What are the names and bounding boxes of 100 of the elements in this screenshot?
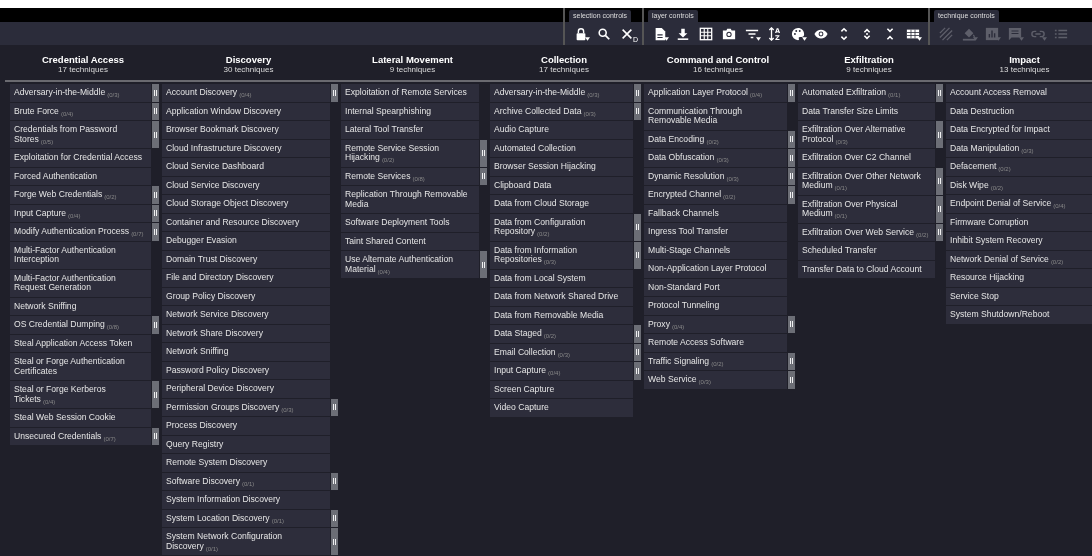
expand-handle[interactable] [634,241,641,269]
technique-cell[interactable]: Remote Service Session Hijacking $_{(0/2)}$ [341,139,479,167]
technique-cell[interactable]: Communication Through Removable Media [644,102,787,130]
expand-handle[interactable] [788,130,795,148]
expand-handle[interactable] [331,509,338,527]
technique-cell[interactable]: Firmware Corruption [946,213,1092,231]
technique-cell[interactable]: Container and Resource Discovery [162,213,330,231]
technique-cell[interactable]: System Network Configuration Discovery $_{(0/1)}$ [162,528,330,555]
technique-cell[interactable]: Data from Cloud Storage [490,195,633,213]
expand-handle[interactable] [788,352,795,370]
expand-handle[interactable] [152,186,159,204]
technique-cell[interactable]: Automated Collection [490,139,633,157]
technique-cell[interactable]: Network Service Discovery [162,306,330,324]
technique-cell[interactable]: Software Deployment Tools [341,214,479,232]
technique-cell[interactable]: Data Manipulation $_{(0/3)}$ [946,139,1092,157]
expand-handle[interactable] [480,139,487,167]
technique-cell[interactable]: Network Sniffing [10,297,151,315]
technique-cell[interactable]: Cloud Service Discovery [162,176,330,194]
technique-cell[interactable]: Transfer Data to Cloud Account [798,260,935,278]
technique-cell[interactable]: Traffic Signaling $_{(0/2)}$ [644,352,787,370]
technique-cell[interactable]: Browser Bookmark Discovery [162,121,330,139]
technique-cell[interactable]: Remote System Discovery [162,454,330,472]
technique-cell[interactable]: Multi-Stage Channels [644,241,787,259]
technique-cell[interactable]: Steal Application Access Token [10,334,151,352]
technique-cell[interactable]: Proxy $_{(0/4)}$ [644,315,787,333]
technique-cell[interactable]: Inhibit System Recovery [946,232,1092,250]
technique-cell[interactable]: Data Encoding $_{(0/2)}$ [644,130,787,148]
technique-cell[interactable]: Credentials from Password Stores $_{(0/5)}$ [10,121,151,148]
technique-cell[interactable]: Fallback Channels [644,204,787,222]
technique-cell[interactable]: Service Stop [946,287,1092,305]
technique-cell[interactable]: Encrypted Channel $_{(0/2)}$ [644,186,787,204]
technique-cell[interactable]: Protocol Tunneling [644,297,787,315]
expand-handle[interactable] [788,315,795,333]
technique-cell[interactable]: Network Share Discovery [162,324,330,342]
technique-cell[interactable]: Audio Capture [490,121,633,139]
technique-cell[interactable]: System Information Discovery [162,491,330,509]
technique-cell[interactable]: Replication Through Removable Media [341,186,479,213]
technique-cell[interactable]: Input Capture $_{(0/4)}$ [490,362,633,380]
technique-cell[interactable]: Exfiltration Over Web Service $_{(0/2)}$ [798,223,935,241]
expand-handle[interactable] [936,223,943,241]
technique-cell[interactable]: Lateral Tool Transfer [341,121,479,139]
technique-cell[interactable]: Screen Capture [490,380,633,398]
technique-cell[interactable]: Cloud Service Dashboard [162,158,330,176]
technique-cell[interactable]: Account Discovery $_{(0/4)}$ [162,84,330,102]
technique-cell[interactable]: Modify Authentication Process $_{(0/7)}$ [10,223,151,241]
expand-handle[interactable] [936,195,943,223]
technique-cell[interactable]: File and Directory Discovery [162,269,330,287]
technique-cell[interactable]: Data Obfuscation $_{(0/3)}$ [644,149,787,167]
expand-handle[interactable] [152,121,159,148]
expand-handle[interactable] [788,84,795,102]
technique-cell[interactable]: Taint Shared Content [341,232,479,250]
technique-cell[interactable]: Data from Local System [490,269,633,287]
technique-cell[interactable]: Domain Trust Discovery [162,250,330,268]
technique-cell[interactable]: Endpoint Denial of Service $_{(0/4)}$ [946,195,1092,213]
technique-cell[interactable]: Cloud Storage Object Discovery [162,195,330,213]
technique-cell[interactable]: Exfiltration Over C2 Channel [798,149,935,167]
expand-handle[interactable] [331,84,338,102]
expand-handle[interactable] [331,398,338,416]
technique-cell[interactable]: Brute Force $_{(0/4)}$ [10,102,151,120]
technique-cell[interactable]: Data Destruction [946,102,1092,120]
technique-cell[interactable]: Disk Wipe $_{(0/2)}$ [946,176,1092,194]
expand-handle[interactable] [331,472,338,490]
expand-handle[interactable] [634,213,641,241]
technique-cell[interactable]: Scheduled Transfer [798,242,935,260]
technique-cell[interactable]: Multi-Factor Authentication Interception [10,241,151,269]
technique-cell[interactable]: Exfiltration Over Physical Medium $_{(0/1)}$ [798,195,935,223]
technique-cell[interactable]: Browser Session Hijacking [490,158,633,176]
technique-cell[interactable]: Debugger Evasion [162,232,330,250]
technique-cell[interactable]: Multi-Factor Authentication Request Generation [10,269,151,297]
technique-cell[interactable]: Password Policy Discovery [162,361,330,379]
technique-cell[interactable]: Data from Removable Media [490,306,633,324]
technique-cell[interactable]: Data from Configuration Repository $_{(0/2)}$ [490,213,633,241]
technique-cell[interactable]: Permission Groups Discovery $_{(0/3)}$ [162,398,330,416]
expand-handle[interactable] [152,84,159,102]
technique-cell[interactable]: Steal or Forge Authentication Certificates [10,353,151,380]
technique-cell[interactable]: Forced Authentication [10,167,151,185]
technique-cell[interactable]: Remote Services $_{(0/8)}$ [341,167,479,185]
technique-cell[interactable]: Web Service $_{(0/3)}$ [644,371,787,389]
technique-cell[interactable]: Non-Standard Port [644,278,787,296]
technique-cell[interactable]: Group Policy Discovery [162,287,330,305]
technique-cell[interactable]: Exploitation of Remote Services [341,84,479,102]
expand-handle[interactable] [634,362,641,380]
expand-handle[interactable] [152,316,159,334]
technique-cell[interactable]: Data Staged $_{(0/2)}$ [490,325,633,343]
technique-cell[interactable]: Use Alternate Authentication Material $_{(0/4)}$ [341,251,479,278]
technique-cell[interactable]: Data Encrypted for Impact [946,121,1092,139]
expand-handle[interactable] [634,102,641,120]
technique-cell[interactable]: Steal Web Session Cookie [10,409,151,427]
technique-cell[interactable]: Application Window Discovery [162,102,330,120]
technique-cell[interactable]: Data from Network Shared Drive [490,288,633,306]
technique-cell[interactable]: Video Capture [490,399,633,417]
technique-cell[interactable]: System Location Discovery $_{(0/1)}$ [162,509,330,527]
technique-cell[interactable]: Unsecured Credentials $_{(0/7)}$ [10,427,151,445]
expand-handle[interactable] [152,381,159,408]
technique-cell[interactable]: Forge Web Credentials $_{(0/2)}$ [10,186,151,204]
technique-cell[interactable]: Dynamic Resolution $_{(0/3)}$ [644,167,787,185]
expand-handle[interactable] [788,167,795,185]
technique-cell[interactable]: Exfiltration Over Other Network Medium $_{(0/1)}$ [798,167,935,195]
technique-cell[interactable]: Archive Collected Data $_{(0/3)}$ [490,102,633,120]
technique-cell[interactable]: Network Sniffing [162,343,330,361]
